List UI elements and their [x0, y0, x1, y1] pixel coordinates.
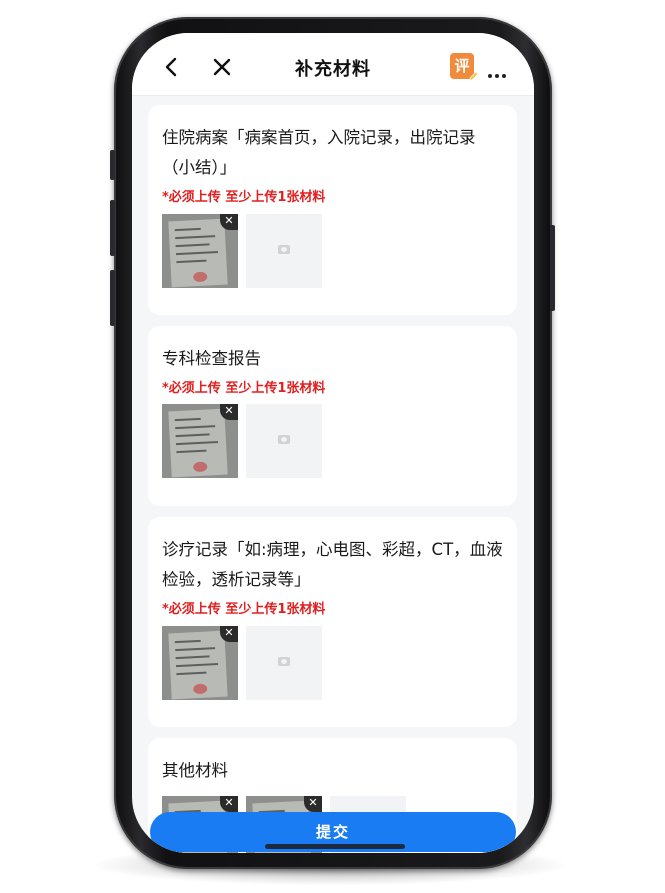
section-title: 诊疗记录「如:病理，心电图、彩超，CT，血液检验，透析记录等」 — [162, 540, 503, 589]
pen-icon — [469, 71, 479, 81]
section-card-medical-record: 住院病案「病案首页，入院记录，出院记录（小结）」 *必须上传 至少上传1张材料 … — [148, 105, 517, 315]
document-photo — [168, 408, 228, 478]
uploaded-image-thumbnail[interactable]: ✕ — [162, 626, 238, 700]
side-button-left-3 — [110, 270, 115, 326]
camera-icon — [278, 435, 290, 444]
section-title: 专科检查报告 — [162, 349, 261, 368]
camera-icon — [278, 657, 290, 666]
nav-bar: 补充材料 评 — [132, 33, 534, 96]
section-requirement: *必须上传 至少上传1张材料 — [162, 190, 326, 205]
review-badge-icon[interactable]: 评 — [450, 53, 479, 81]
section-title: 住院病案「病案首页，入院记录，出院记录（小结）」 — [162, 128, 476, 177]
camera-icon — [278, 245, 290, 254]
add-image-button[interactable] — [246, 626, 322, 700]
delete-icon[interactable]: ✕ — [220, 214, 238, 230]
side-button-right — [550, 225, 555, 311]
side-button-left-2 — [110, 200, 115, 256]
review-badge-label: 评 — [454, 57, 470, 75]
more-icon[interactable] — [488, 63, 512, 78]
uploaded-image-thumbnail[interactable]: ✕ — [162, 214, 238, 288]
delete-icon[interactable]: ✕ — [220, 796, 238, 812]
delete-icon[interactable]: ✕ — [220, 404, 238, 420]
side-button-left-1 — [110, 150, 115, 180]
document-photo — [168, 630, 228, 700]
delete-icon[interactable]: ✕ — [220, 626, 238, 642]
home-indicator — [265, 844, 405, 849]
document-photo — [168, 218, 228, 288]
uploaded-image-thumbnail[interactable]: ✕ — [162, 404, 238, 478]
add-image-button[interactable] — [246, 404, 322, 478]
section-requirement: *必须上传 至少上传1张材料 — [162, 381, 326, 396]
section-card-treatment-record: 诊疗记录「如:病理，心电图、彩超，CT，血液检验，透析记录等」 *必须上传 至少… — [148, 517, 517, 727]
add-image-button[interactable] — [246, 214, 322, 288]
section-requirement: *必须上传 至少上传1张材料 — [162, 602, 326, 617]
section-card-specialist-report: 专科检查报告 *必须上传 至少上传1张材料 ✕ — [148, 326, 517, 506]
section-title: 其他材料 — [162, 761, 228, 780]
phone-screen: 补充材料 评 住院病案「病案首页，入院记录，出院记录（小结）」 *必须上传 至少… — [132, 33, 534, 853]
delete-icon[interactable]: ✕ — [304, 796, 322, 812]
